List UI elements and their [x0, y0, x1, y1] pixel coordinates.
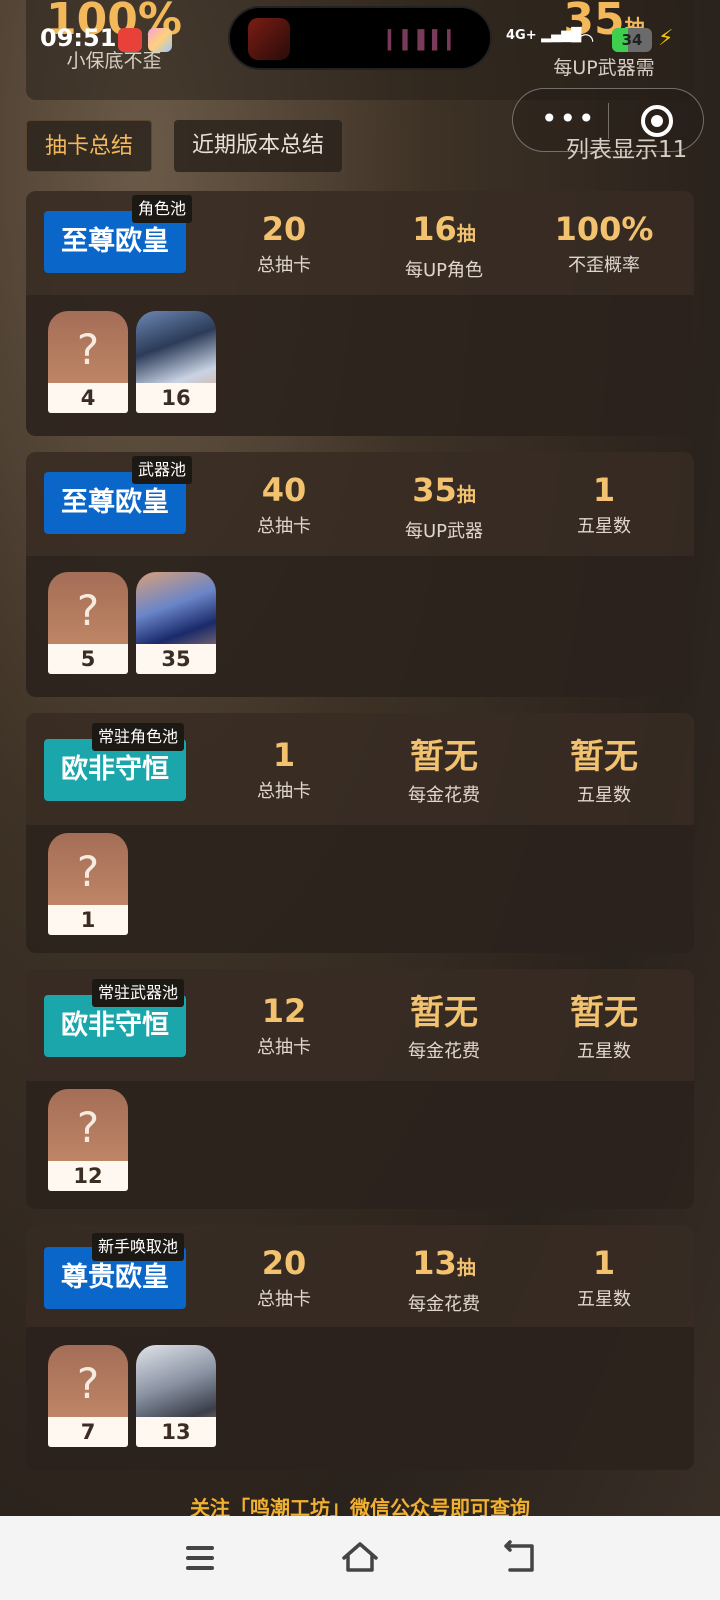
pool-card-weapon[interactable]: 至尊欧皇 武器池 40 总抽卡 35抽 每UP武器 1 五星数 ? 5 35: [26, 452, 694, 697]
unknown-result-slot[interactable]: ? 1: [48, 833, 128, 935]
unknown-result-slot[interactable]: ? 7: [48, 1345, 128, 1447]
tab-gacha-summary[interactable]: 抽卡总结: [26, 120, 153, 172]
stat-five-star-count: 暂无 五星数: [570, 737, 638, 806]
pool-tag: 常驻角色池: [92, 723, 185, 751]
unknown-result-slot[interactable]: ? 5: [48, 572, 128, 674]
pool-tag: 新手唤取池: [92, 1233, 185, 1261]
stat-per-up: 35抽 每UP武器: [404, 471, 484, 542]
media-thumbnail: [248, 18, 290, 60]
back-icon[interactable]: [500, 1538, 540, 1578]
character-result-slot[interactable]: 13: [136, 1345, 216, 1447]
menu-icon[interactable]: [180, 1538, 220, 1578]
list-view-toggle[interactable]: 列表显示11: [566, 130, 687, 164]
clock: 09:51: [40, 24, 117, 52]
stat-cost-per-gold: 暂无 每金花费: [408, 737, 480, 806]
tab-recent-version-summary[interactable]: 近期版本总结: [174, 120, 343, 172]
question-mark-icon: ?: [76, 586, 100, 635]
pool-tag: 角色池: [132, 195, 193, 223]
pool-card-beginner[interactable]: 尊贵欧皇 新手唤取池 20 总抽卡 13抽 每金花费 1 五星数 ? 7 13: [26, 1225, 694, 1470]
audio-wave-icon: ▎▍▌▍▎: [387, 30, 462, 51]
stat-total-pulls: 40 总抽卡: [257, 471, 311, 537]
wifi-icon: ◠: [578, 28, 594, 52]
system-nav-bar: [0, 1516, 720, 1600]
weapon-result-slot[interactable]: 35: [136, 572, 216, 674]
question-mark-icon: ?: [76, 1103, 100, 1152]
unknown-result-slot[interactable]: ? 4: [48, 311, 128, 413]
dynamic-island[interactable]: ▎▍▌▍▎: [228, 6, 492, 70]
stat-total-pulls: 12 总抽卡: [257, 992, 311, 1058]
pool-card-standard-weapon[interactable]: 欧非守恒 常驻武器池 12 总抽卡 暂无 每金花费 暂无 五星数 ? 12: [26, 969, 694, 1209]
question-mark-icon: ?: [76, 325, 100, 374]
battery-icon: 34: [612, 28, 652, 52]
pool-tag: 武器池: [132, 456, 193, 484]
stat-total-pulls: 1 总抽卡: [257, 736, 311, 802]
status-bar: 09:51 ▎▍▌▍▎ 4G+ ▂▄▆█ ◠ 34 ⚡: [0, 0, 720, 80]
question-mark-icon: ?: [76, 847, 100, 896]
stat-cost-per-gold: 13抽 每金花费: [408, 1244, 480, 1315]
signal-icon: 4G+ ▂▄▆█: [506, 28, 582, 43]
question-mark-icon: ?: [76, 1359, 100, 1408]
stat-third: 100% 不歪概率: [554, 210, 654, 276]
stat-total-pulls: 20 总抽卡: [257, 210, 311, 276]
notification-app-icon: [118, 28, 142, 52]
pool-card-character[interactable]: 至尊欧皇 角色池 20 总抽卡 16抽 每UP角色 100% 不歪概率 ? 4 …: [26, 191, 694, 436]
stat-five-star-count: 暂无 五星数: [570, 993, 638, 1062]
pool-card-standard-character[interactable]: 欧非守恒 常驻角色池 1 总抽卡 暂无 每金花费 暂无 五星数 ? 1: [26, 713, 694, 953]
notification-app-icon: [148, 28, 172, 52]
pool-tag: 常驻武器池: [92, 979, 185, 1007]
more-icon[interactable]: •••: [541, 105, 597, 133]
home-icon[interactable]: [340, 1538, 380, 1578]
character-result-slot[interactable]: 16: [136, 311, 216, 413]
unknown-result-slot[interactable]: ? 12: [48, 1089, 128, 1191]
stat-cost-per-gold: 暂无 每金花费: [408, 993, 480, 1062]
charging-icon: ⚡: [658, 26, 674, 51]
stat-five-star-count: 1 五星数: [577, 1244, 631, 1310]
stat-five-star-count: 1 五星数: [577, 471, 631, 537]
stat-total-pulls: 20 总抽卡: [257, 1244, 311, 1310]
stat-per-up: 16抽 每UP角色: [404, 210, 484, 281]
